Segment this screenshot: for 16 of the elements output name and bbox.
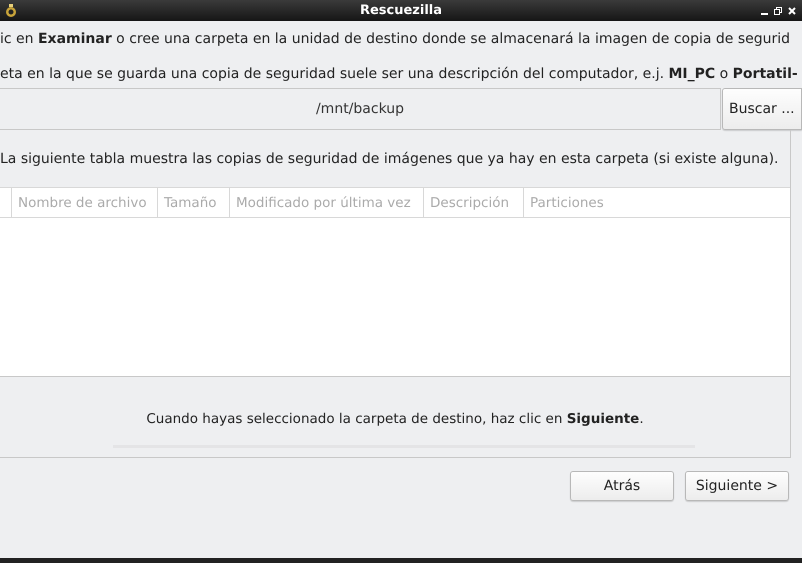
next-button[interactable]: Siguiente > — [685, 471, 789, 501]
table-caption: La siguiente tabla muestra las copias de seguridad de imágenes que ya hay en esta carpeta (si existe alguna). — [0, 150, 779, 166]
restore-icon[interactable] — [774, 7, 782, 15]
close-icon[interactable] — [788, 7, 796, 15]
footer-hint: Cuando hayas seleccionado la carpeta de destino, haz clic en Siguiente. — [146, 411, 644, 427]
path-field[interactable]: /mnt/backup — [0, 88, 721, 130]
back-button[interactable]: Atrás — [570, 471, 674, 501]
instruction-text: eta en la que se guarda una copia de seguridad suele ser una descripción del computador, e.j. MI_PC o Portatil- — [0, 66, 798, 82]
instruction-text: ic en Examinar o cree una carpeta en la unidad de destino donde se almacenará la imagen de copia de segurid — [0, 30, 790, 46]
column-header[interactable]: Tamaño — [164, 194, 217, 210]
column-header[interactable]: Particiones — [530, 194, 604, 210]
column-header[interactable]: Modificado por última vez — [236, 194, 411, 210]
browse-button[interactable]: Buscar ... — [722, 88, 802, 130]
window-title: Rescuezilla — [358, 3, 444, 18]
column-header[interactable]: Descripción — [430, 194, 510, 210]
column-header[interactable]: Nombre de archivo — [18, 194, 147, 210]
